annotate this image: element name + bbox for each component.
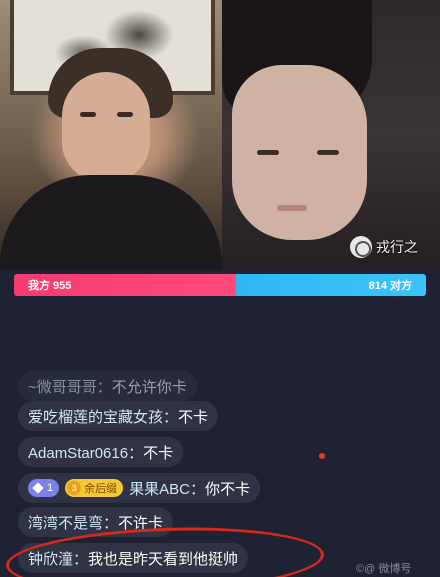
video-area: 戎行之 xyxy=(0,0,440,270)
fan-level-number: 3 xyxy=(67,481,82,495)
opponent-face xyxy=(232,65,367,240)
pk-score-bar: 我方 955 814 对方 xyxy=(14,274,426,296)
fan-club-badge: 3 余后缀 xyxy=(65,479,124,497)
chat-username[interactable]: AdamStar0616： xyxy=(28,442,143,463)
fan-club-name: 余后缀 xyxy=(84,483,118,495)
chat-username[interactable]: 湾湾不是弯： xyxy=(28,512,118,533)
chat-username[interactable]: 爱吃榴莲的宝藏女孩： xyxy=(28,406,178,427)
host-watermark: 戎行之 xyxy=(350,236,418,258)
chat-username[interactable]: ~微哥哥哥： xyxy=(28,376,112,397)
diamond-icon xyxy=(32,482,44,494)
pk-our-side: 我方 955 xyxy=(14,274,237,296)
opponent-eye xyxy=(317,150,339,155)
opponent-mouth xyxy=(277,205,307,211)
red-dot-marker xyxy=(319,453,325,459)
chat-text: 不卡 xyxy=(143,444,174,462)
right-camera-feed xyxy=(222,0,440,270)
chat-text: 你不卡 xyxy=(204,480,250,498)
host-name: 戎行之 xyxy=(376,239,418,255)
user-level-number: 1 xyxy=(47,482,54,494)
streamer-face xyxy=(62,72,150,182)
chat-message: 1 3 余后缀 果果ABC： 你不卡 xyxy=(18,473,260,503)
watermark-text: ©@ 微博号 xyxy=(356,563,412,575)
chat-text: 不卡 xyxy=(178,408,209,426)
streamer-eye xyxy=(117,112,133,117)
chat-username[interactable]: 果果ABC： xyxy=(129,478,205,499)
chat-text: 不允许你卡 xyxy=(111,378,187,396)
pk-their-side: 814 对方 xyxy=(236,274,426,296)
chat-message: AdamStar0616： 不卡 xyxy=(18,437,184,467)
left-camera-feed xyxy=(0,0,222,270)
host-logo-icon xyxy=(350,236,372,258)
opponent-eye xyxy=(257,150,279,155)
streamer-eye xyxy=(80,112,96,117)
chat-message: 爱吃榴莲的宝藏女孩： 不卡 xyxy=(18,401,219,431)
pk-their-score: 814 对方 xyxy=(368,280,412,292)
streamer-shirt xyxy=(0,175,222,270)
chat-message: ~微哥哥哥： 不允许你卡 xyxy=(18,371,197,401)
pk-our-score: 我方 955 xyxy=(28,280,72,292)
user-level-badge: 1 xyxy=(28,479,60,497)
